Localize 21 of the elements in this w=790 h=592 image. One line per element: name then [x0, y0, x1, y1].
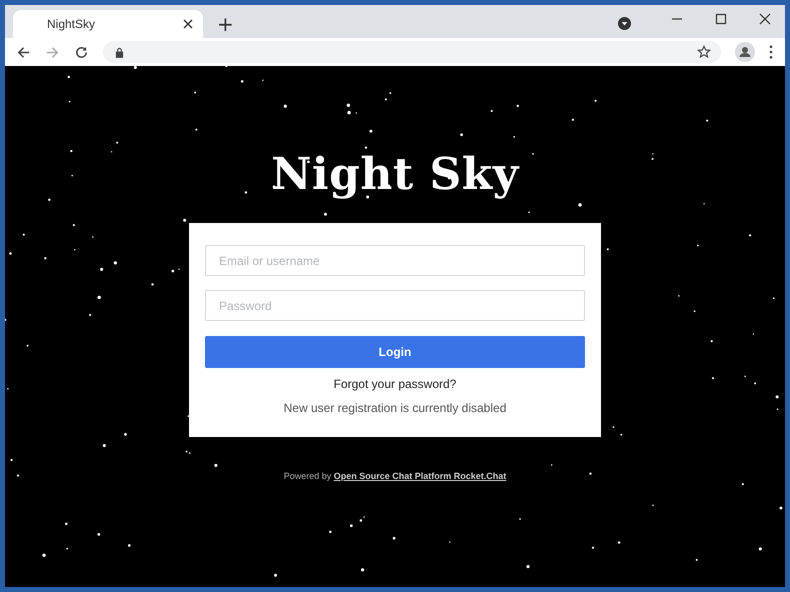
- browser-tab[interactable]: NightSky: [13, 10, 203, 38]
- powered-by-text: Powered by Open Source Chat Platform Rocket.Chat: [284, 471, 506, 481]
- close-icon[interactable]: [183, 19, 193, 29]
- site-logo: Night Sky: [271, 148, 519, 202]
- email-field[interactable]: Email or username: [205, 245, 585, 276]
- menu-icon[interactable]: [769, 45, 773, 59]
- password-field[interactable]: Password: [205, 290, 585, 321]
- registration-note: New user registration is currently disabled: [284, 401, 506, 415]
- back-arrow-icon[interactable]: [16, 44, 31, 60]
- reload-icon[interactable]: [74, 44, 89, 60]
- tab-title: NightSky: [47, 17, 96, 31]
- maximize-icon[interactable]: [715, 13, 727, 25]
- profile-icon[interactable]: [735, 42, 755, 62]
- forgot-password-link[interactable]: Forgot your password?: [334, 377, 456, 391]
- dropdown-icon[interactable]: [618, 17, 631, 30]
- rocket-chat-link[interactable]: Open Source Chat Platform Rocket.Chat: [334, 471, 506, 481]
- close-icon[interactable]: [759, 13, 771, 25]
- login-button[interactable]: Login: [205, 336, 585, 368]
- new-tab-button[interactable]: +: [211, 10, 240, 38]
- lock-icon: [115, 46, 124, 58]
- star-icon[interactable]: [697, 45, 711, 59]
